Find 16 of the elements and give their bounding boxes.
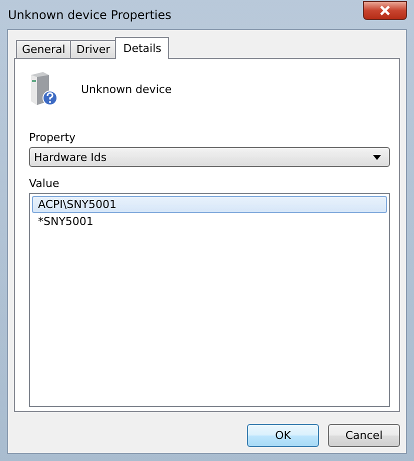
- device-name: Unknown device: [81, 82, 172, 96]
- tab[interactable]: Details: [115, 37, 170, 59]
- tab[interactable]: Driver: [70, 40, 116, 58]
- close-icon: [379, 5, 391, 16]
- ok-button[interactable]: OK: [247, 424, 319, 447]
- list-item[interactable]: ACPI\SNY5001: [32, 196, 387, 213]
- value-list[interactable]: ACPI\SNY5001 *SNY5001: [29, 193, 390, 407]
- tab[interactable]: General: [16, 40, 72, 58]
- list-item[interactable]: *SNY5001: [32, 213, 387, 230]
- cancel-button[interactable]: Cancel: [328, 424, 400, 447]
- close-button[interactable]: [363, 1, 407, 20]
- property-label: Property: [29, 131, 77, 144]
- value-label: Value: [29, 177, 60, 190]
- window-title: Unknown device Properties: [7, 8, 172, 22]
- dropdown-arrow-icon: [373, 154, 381, 160]
- property-dropdown[interactable]: Hardware Ids: [29, 147, 390, 167]
